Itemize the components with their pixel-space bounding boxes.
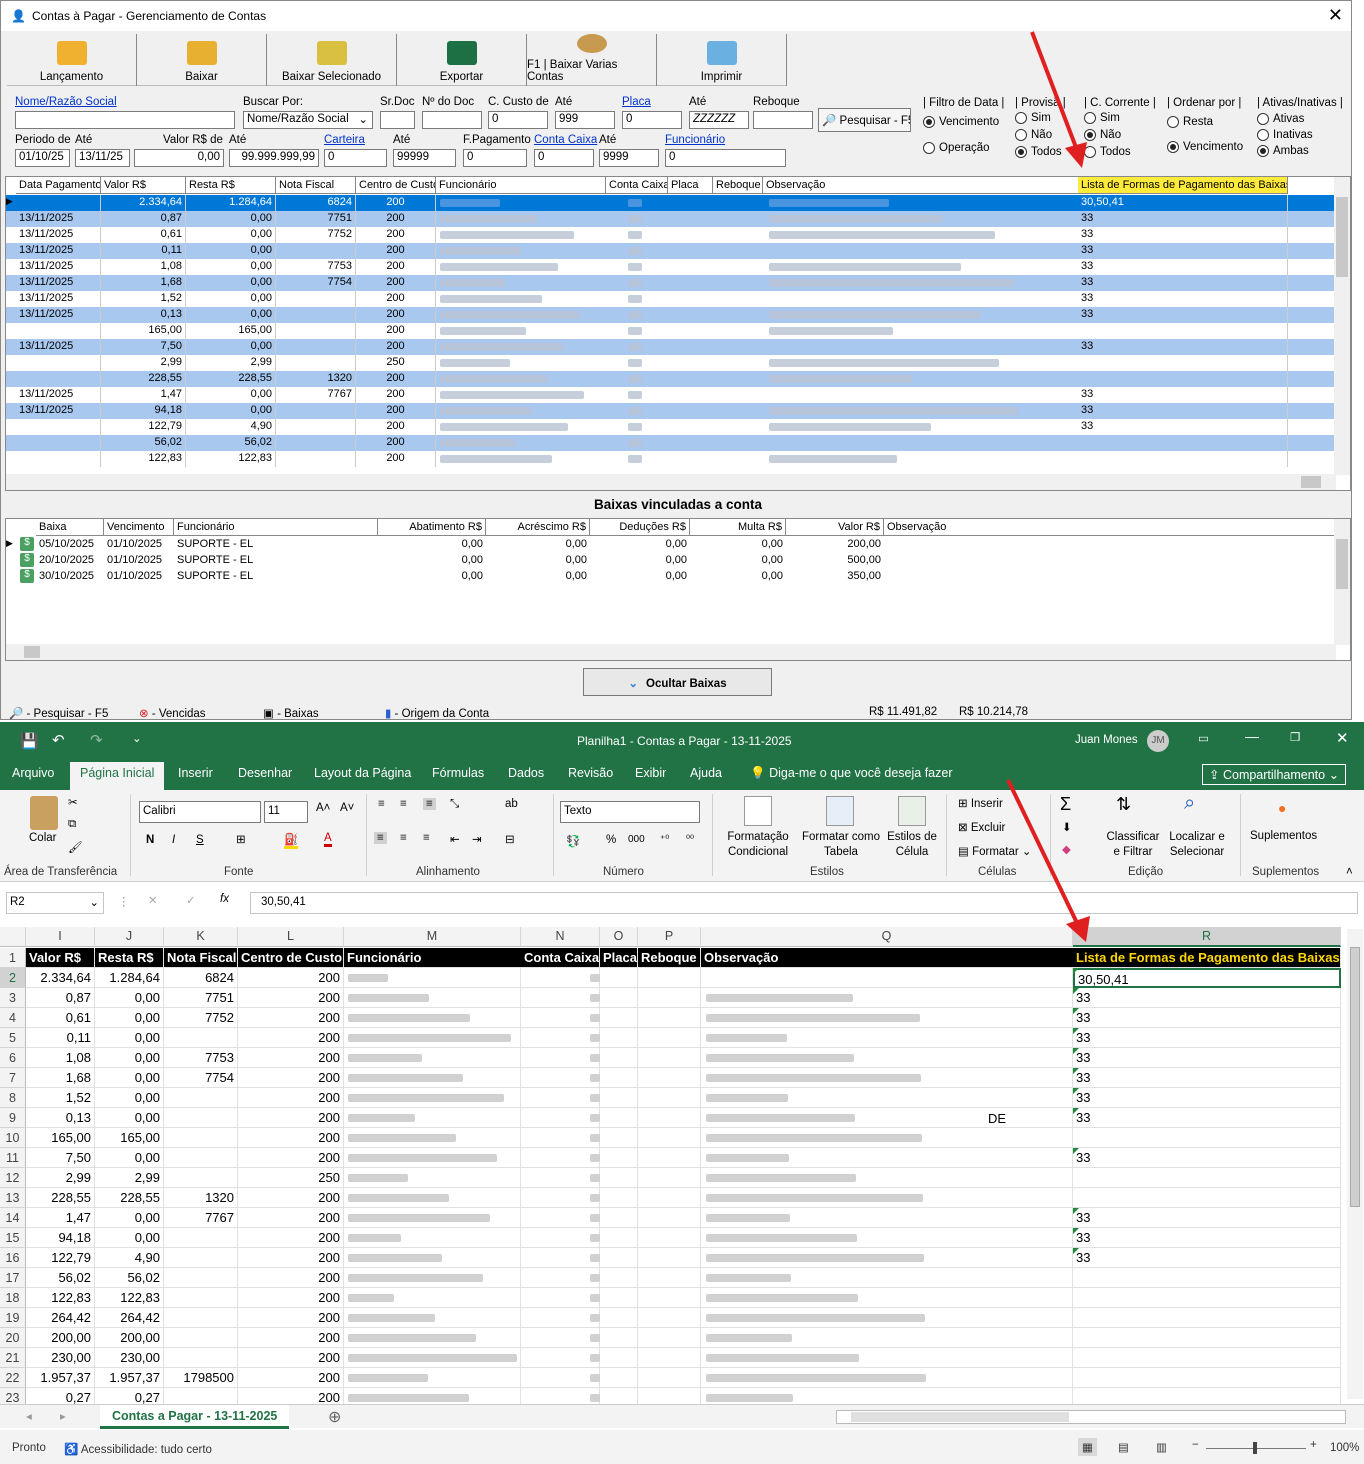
arrow-shaft (1030, 31, 1079, 151)
arrow-head (1065, 142, 1087, 168)
arrow-shaft (1006, 779, 1080, 926)
annotation-arrows (1006, 31, 1090, 942)
arrow-head (1066, 916, 1090, 942)
